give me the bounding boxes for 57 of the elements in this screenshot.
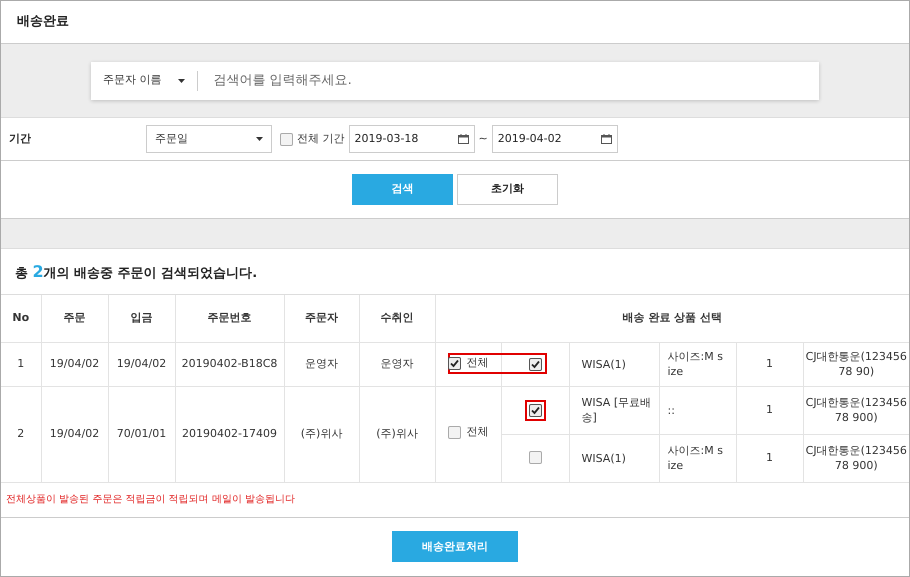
column-header: 주문 xyxy=(41,295,108,342)
column-header: 입금 xyxy=(108,295,175,342)
checkbox[interactable] xyxy=(528,450,542,464)
column-header: 배송 완료 상품 선택 xyxy=(435,295,909,342)
table-cell: 1 xyxy=(736,386,803,434)
notice-text: 전체상품이 발송된 주문은 적립금이 적립되며 메일이 발송됩니다 xyxy=(6,493,296,507)
table-cell: 사이즈:M s ize xyxy=(659,434,736,482)
table-cell: (주)위사 xyxy=(359,386,435,482)
calendar-icon[interactable] xyxy=(600,134,612,144)
reset-button[interactable]: 초기화 xyxy=(457,174,558,205)
table-cell: (주)위사 xyxy=(284,386,359,482)
date-type-dropdown[interactable]: 주문일 xyxy=(146,125,272,153)
table-cell: 운영자 xyxy=(359,342,435,386)
date-value: 2019-04-02 xyxy=(498,130,562,147)
table-cell: 2 xyxy=(1,386,41,482)
column-header: 수취인 xyxy=(359,295,435,342)
table-cell: 19/04/02 xyxy=(41,342,108,386)
table-cell: CJ대한통운(12345678 900) xyxy=(803,386,909,434)
table-cell: WISA [무료배 송] xyxy=(569,386,659,434)
table-cell: :: xyxy=(659,386,736,434)
date-value: 2019-03-18 xyxy=(354,130,418,147)
table-cell: 19/04/02 xyxy=(41,386,108,482)
range-separator: ~ xyxy=(478,130,488,147)
table-cell: WISA(1) xyxy=(569,434,659,482)
table-cell: 운영자 xyxy=(284,342,359,386)
page-title: 배송완료 xyxy=(17,13,69,32)
table-cell: 1 xyxy=(736,342,803,386)
select-all-label: 전체 xyxy=(466,424,488,440)
select-all-label: 전체 xyxy=(466,354,488,371)
table-cell: 20190402-17409 xyxy=(175,386,284,482)
table-cell: WISA(1) xyxy=(569,342,659,386)
result-summary: 총 2개의 배송중 주문이 검색되었습니다. xyxy=(15,260,258,282)
column-header: No xyxy=(1,295,41,342)
table-cell: 사이즈:M s ize xyxy=(659,342,736,386)
period-label: 기간 xyxy=(9,130,31,147)
search-type-dropdown[interactable]: 주문자 이름 xyxy=(103,70,198,90)
table-cell: 1 xyxy=(1,342,41,386)
date-field[interactable]: 2019-04-02 xyxy=(492,125,618,153)
table-cell: 19/04/02 xyxy=(108,342,175,386)
checkbox[interactable] xyxy=(528,358,542,370)
search-bar[interactable]: 주문자 이름 검색어를 입력해주세요. xyxy=(91,62,819,100)
all-period-label: 전체 기간 xyxy=(297,130,344,147)
checkbox[interactable] xyxy=(528,404,542,416)
column-header: 주문번호 xyxy=(175,295,284,342)
date-field[interactable]: 2019-03-18 xyxy=(348,125,474,153)
table-cell: CJ대한통운(12345678 900) xyxy=(803,434,909,482)
calendar-icon[interactable] xyxy=(458,134,468,144)
checkbox[interactable] xyxy=(280,132,293,146)
column-header: 주문자 xyxy=(284,295,359,342)
table-cell: CJ대한통운(12345678 90) xyxy=(803,342,909,386)
caret-icon xyxy=(178,78,184,82)
caret-icon xyxy=(256,137,263,141)
checkbox[interactable] xyxy=(448,356,460,370)
checkbox[interactable] xyxy=(448,426,460,439)
table-cell: 20190402-B18C8 xyxy=(175,342,284,386)
table-cell: 70/01/01 xyxy=(108,386,175,482)
table-cell: 1 xyxy=(736,434,803,482)
